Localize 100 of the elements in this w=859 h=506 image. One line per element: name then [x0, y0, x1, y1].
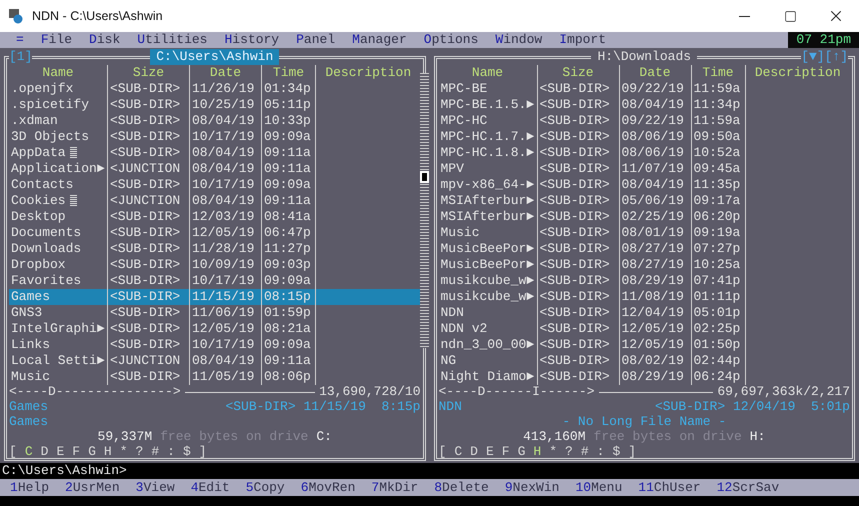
drive-button[interactable]: :: [596, 444, 604, 459]
file-row[interactable]: MusicBeePor► <SUB-DIR> 08/27/19 07:27p: [438, 241, 850, 257]
file-row[interactable]: 3D Objects <SUB-DIR> 10/17/19 09:09a: [9, 129, 420, 145]
file-row[interactable]: MusicBeePor► <SUB-DIR> 08/27/19 10:25a: [438, 257, 850, 273]
file-row[interactable]: Cookies <JUNCTION 08/04/19 09:11a: [9, 193, 420, 209]
function-key[interactable]: 11ChUser: [638, 479, 701, 496]
file-name: Application►: [9, 161, 108, 177]
file-date: 08/02/19: [620, 353, 692, 369]
function-key[interactable]: 10Menu: [575, 479, 622, 496]
file-size: <SUB-DIR>: [108, 97, 190, 113]
file-row[interactable]: mpv-x86_64-► <SUB-DIR> 08/04/19 11:35p: [438, 177, 850, 193]
file-row[interactable]: MPC-BE <SUB-DIR> 09/22/19 11:59a: [438, 81, 850, 97]
file-row[interactable]: GNS3 <SUB-DIR> 11/06/19 01:59p: [9, 305, 420, 321]
menu-item[interactable]: =: [16, 32, 24, 48]
function-key[interactable]: 3View: [136, 479, 175, 496]
file-time: 01:50p: [692, 337, 746, 353]
file-size: <SUB-DIR>: [538, 113, 620, 129]
file-row[interactable]: Documents <SUB-DIR> 12/05/19 06:47p: [9, 225, 420, 241]
drive-button[interactable]: H: [104, 444, 112, 459]
menu-item[interactable]: Panel: [296, 32, 336, 48]
function-key[interactable]: 12ScrSav: [716, 479, 780, 496]
file-name: Documents: [9, 225, 108, 241]
file-row[interactable]: NDN <SUB-DIR> 12/04/19 05:01p: [438, 305, 850, 321]
file-row[interactable]: Games <SUB-DIR> 11/15/19 08:15p: [9, 289, 420, 305]
menu-item[interactable]: Disk: [89, 32, 120, 48]
file-row[interactable]: Links <SUB-DIR> 10/17/19 09:09a: [9, 337, 420, 353]
drive-button[interactable]: $: [182, 444, 191, 459]
file-row[interactable]: .openjfx <SUB-DIR> 11/26/19 01:34p: [9, 81, 420, 97]
function-key[interactable]: 4Edit: [190, 479, 230, 496]
menu-item[interactable]: Manager: [352, 32, 407, 48]
menu-item[interactable]: History: [224, 32, 280, 48]
file-row[interactable]: NG <SUB-DIR> 08/02/19 02:44p: [438, 353, 850, 369]
function-key[interactable]: 2UsrMen: [65, 479, 120, 496]
file-row[interactable]: Downloads <SUB-DIR> 11/28/19 11:27p: [9, 241, 420, 257]
file-row[interactable]: musikcube_w► <SUB-DIR> 11/08/19 01:11p: [438, 289, 850, 305]
drive-button[interactable]: *: [549, 444, 557, 459]
file-size: <SUB-DIR>: [538, 273, 620, 289]
file-date: 08/29/19: [620, 369, 692, 385]
drive-button[interactable]: G: [88, 444, 96, 459]
file-row[interactable]: AppData <SUB-DIR> 08/04/19 09:11a: [9, 145, 420, 161]
menu-item[interactable]: File: [40, 32, 72, 48]
file-row[interactable]: Application► <JUNCTION 08/04/19 09:11a: [9, 161, 420, 177]
menu-item[interactable]: Utilities: [137, 32, 208, 48]
drive-button[interactable]: #: [151, 444, 160, 459]
drive-button[interactable]: E: [486, 444, 494, 459]
file-row[interactable]: MPV <SUB-DIR> 11/07/19 09:45a: [438, 161, 850, 177]
file-row[interactable]: MPC-HC.1.7.► <SUB-DIR> 08/06/19 09:50a: [438, 129, 850, 145]
drive-button[interactable]: $: [612, 444, 620, 459]
function-key[interactable]: 7MkDir: [371, 479, 418, 496]
column-header: Description: [324, 65, 412, 81]
file-row[interactable]: Dropbox <SUB-DIR> 10/09/19 09:03p: [9, 257, 420, 273]
file-row[interactable]: Desktop <SUB-DIR> 12/03/19 08:41a: [9, 209, 420, 225]
file-size: <JUNCTION: [108, 353, 190, 369]
drive-button[interactable]: ?: [565, 444, 573, 459]
file-row[interactable]: MPC-HC.1.8.► <SUB-DIR> 08/06/19 10:52a: [438, 145, 850, 161]
file-row[interactable]: NDN v2 <SUB-DIR> 12/05/19 02:25p: [438, 321, 850, 337]
function-key[interactable]: 8Delete: [434, 479, 489, 496]
menu-item[interactable]: Import: [559, 32, 606, 48]
function-key[interactable]: 1Help: [10, 479, 50, 496]
file-name: Music: [9, 369, 108, 385]
file-row[interactable]: MSIAfterbur► <SUB-DIR> 02/25/19 06:20p: [438, 209, 850, 225]
drive-button[interactable]: *: [120, 444, 128, 459]
file-row[interactable]: musikcube_w► <SUB-DIR> 08/29/19 07:41p: [438, 273, 850, 289]
file-row[interactable]: MSIAfterbur► <SUB-DIR> 05/06/19 09:17a: [438, 193, 850, 209]
file-row[interactable]: ndn_3_00_00► <SUB-DIR> 12/05/19 01:50p: [438, 337, 850, 353]
file-row[interactable]: MPC-BE.1.5.► <SUB-DIR> 08/04/19 11:34p: [438, 97, 850, 113]
file-time: 09:17a: [692, 193, 746, 209]
drive-button[interactable]: E: [56, 444, 64, 459]
file-name: Local Setti►: [9, 353, 108, 369]
drive-button[interactable]: G: [518, 444, 526, 459]
file-row[interactable]: Music <SUB-DIR> 08/01/19 09:19a: [438, 225, 850, 241]
drive-button[interactable]: D: [40, 444, 48, 459]
function-key[interactable]: 5Copy: [246, 479, 285, 496]
menu-item[interactable]: Options: [424, 32, 478, 48]
file-row[interactable]: Night Diamo► <SUB-DIR> 08/29/19 06:24p: [438, 369, 850, 385]
file-time: 08:15p: [262, 289, 316, 305]
function-key[interactable]: 9NexWin: [504, 479, 560, 496]
drive-button[interactable]: ?: [136, 444, 144, 459]
drive-button[interactable]: F: [72, 444, 80, 459]
drive-button[interactable]: :: [167, 444, 175, 459]
drive-button[interactable]: C: [24, 444, 33, 459]
bracket: ]: [628, 444, 636, 459]
menu-item[interactable]: Window: [495, 32, 542, 48]
file-name: .openjfx: [9, 81, 108, 97]
file-row[interactable]: Music <SUB-DIR> 11/05/19 08:06p: [9, 369, 420, 385]
file-row[interactable]: .xdman <SUB-DIR> 08/04/19 10:33p: [9, 113, 420, 129]
file-row[interactable]: Contacts <SUB-DIR> 10/17/19 09:09a: [9, 177, 420, 193]
file-row[interactable]: .spicetify <SUB-DIR> 10/25/19 05:11p: [9, 97, 420, 113]
file-row[interactable]: Local Setti► <JUNCTION 08/04/19 09:11a: [9, 353, 420, 369]
file-size: <SUB-DIR>: [538, 225, 620, 241]
function-key[interactable]: 6MovRen: [300, 479, 356, 496]
drive-button[interactable]: #: [580, 444, 589, 459]
drive-button[interactable]: D: [470, 444, 478, 459]
file-row[interactable]: IntelGraphi► <SUB-DIR> 12/05/19 08:21a: [9, 321, 420, 337]
drive-button[interactable]: H: [533, 444, 542, 459]
drive-button[interactable]: C: [454, 444, 462, 459]
file-row[interactable]: MPC-HC <SUB-DIR> 09/22/19 11:59a: [438, 113, 850, 129]
scroll-thumb[interactable]: [420, 171, 428, 183]
drive-button[interactable]: F: [502, 444, 510, 459]
file-size: <SUB-DIR>: [538, 145, 620, 161]
